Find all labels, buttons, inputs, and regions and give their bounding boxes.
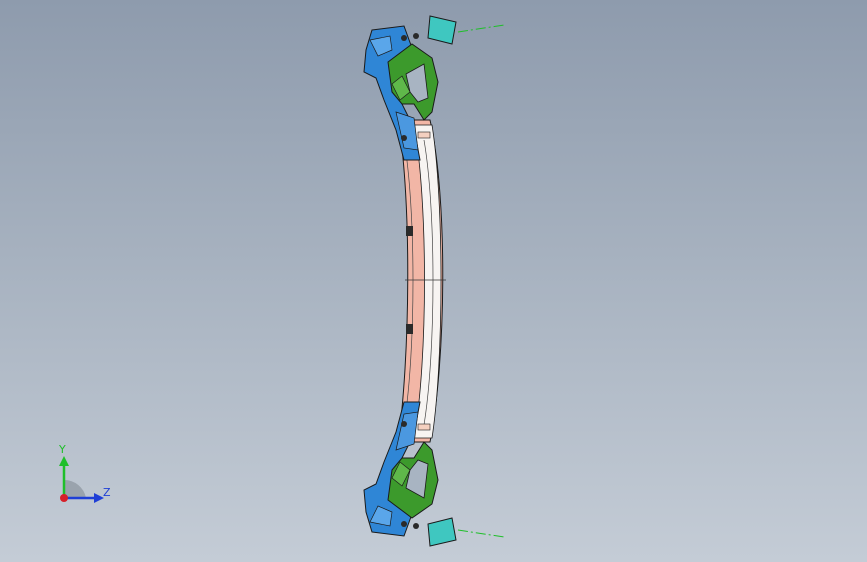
y-axis-label: Y [59, 443, 66, 456]
clip [417, 131, 431, 139]
bolt [401, 521, 407, 527]
clip [406, 324, 413, 334]
bolt [413, 33, 419, 39]
top-mount-pad [427, 15, 457, 45]
bolt [401, 421, 407, 427]
top-axis-line [457, 24, 505, 33]
clip [417, 423, 431, 431]
x-axis-dot [60, 494, 68, 502]
bolt [413, 523, 419, 529]
bottom-axis-line [457, 529, 505, 538]
bumper-beam-model[interactable] [0, 0, 867, 562]
bolt [401, 135, 407, 141]
bottom-mount-pad [427, 517, 457, 547]
graphics-viewport[interactable]: Y Z [0, 0, 867, 562]
triad-quadrant-fill [64, 479, 86, 498]
y-axis-arrowhead [59, 456, 69, 466]
bolt [401, 35, 407, 41]
clip [406, 226, 413, 236]
z-axis-label: Z [103, 486, 111, 499]
